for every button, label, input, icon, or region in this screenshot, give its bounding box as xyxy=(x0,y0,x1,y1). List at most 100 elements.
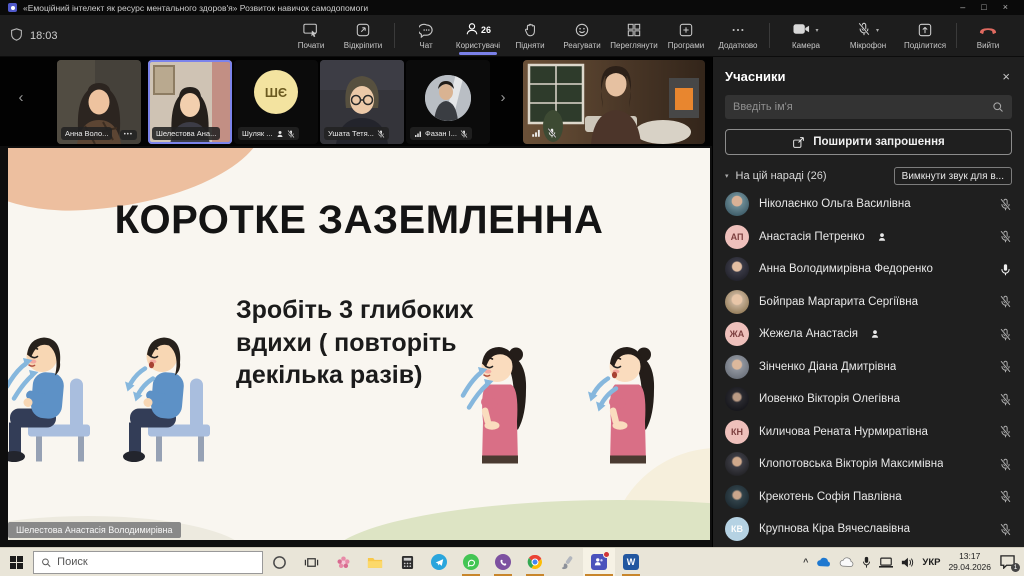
more-button[interactable]: Додатково xyxy=(712,19,764,53)
share-button[interactable]: Поділитися xyxy=(899,19,951,53)
mic-dropdown-icon[interactable]: ▾ xyxy=(876,27,879,34)
word-taskbar-button[interactable]: W xyxy=(615,548,647,576)
video-tile-spotlight[interactable] xyxy=(523,60,705,144)
mic-muted-icon[interactable] xyxy=(999,393,1012,406)
taskbar-clock[interactable]: 13:17 29.04.2026 xyxy=(948,551,991,572)
unpin-button[interactable]: Відкріпити xyxy=(337,19,389,53)
react-button[interactable]: Реагувати xyxy=(556,19,608,53)
photos-app-button[interactable] xyxy=(327,548,359,576)
cloud-icon[interactable] xyxy=(839,557,854,567)
maximize-button[interactable]: □ xyxy=(981,0,986,15)
participant-search[interactable] xyxy=(725,95,1012,119)
mic-muted-icon[interactable] xyxy=(999,360,1012,373)
toolbar-separator xyxy=(394,23,395,48)
tray-device-icon[interactable] xyxy=(879,557,893,568)
apps-button[interactable]: Програми xyxy=(660,19,712,53)
start-button[interactable] xyxy=(0,548,33,576)
calculator-button[interactable] xyxy=(391,548,423,576)
participant-row[interactable]: АП Анастасія Петренко xyxy=(725,221,1012,254)
participants-panel: Учасники × Поширити запрошення ▾ На цій … xyxy=(712,57,1024,548)
notification-dot xyxy=(603,551,610,558)
participant-row[interactable]: КВ Крупнова Кіра Вячеславівна xyxy=(725,513,1012,546)
participant-label: Анна Воло... xyxy=(65,129,108,138)
chrome-button[interactable] xyxy=(519,548,551,576)
participant-row[interactable]: Анна Володимирівна Федоренко xyxy=(725,253,1012,286)
camera-button[interactable]: ▾ Камера xyxy=(775,19,837,53)
mic-muted-icon[interactable] xyxy=(999,425,1012,438)
video-tile[interactable]: Ушата Тетя... xyxy=(320,60,404,144)
participant-row[interactable]: Крекотень Софія Павлівна xyxy=(725,481,1012,514)
mic-muted-icon[interactable] xyxy=(999,490,1012,503)
chat-button[interactable]: Чат xyxy=(400,19,452,53)
windows-taskbar: W ^ УКР 13:17 29.04.2026 1 xyxy=(0,547,1024,576)
video-tile[interactable]: Фазан І... xyxy=(406,60,490,144)
section-chevron-icon[interactable]: ▾ xyxy=(725,172,729,180)
participant-row[interactable]: ЖА Жежела Анастасія xyxy=(725,318,1012,351)
mic-muted-icon[interactable] xyxy=(999,230,1012,243)
mic-muted-icon[interactable] xyxy=(999,523,1012,536)
view-button[interactable]: Переглянути xyxy=(608,19,660,53)
mic-muted-icon[interactable] xyxy=(999,198,1012,211)
taskbar-search[interactable] xyxy=(33,551,263,574)
participant-row[interactable]: Йовенко Вікторія Олегівна xyxy=(725,383,1012,416)
avatar xyxy=(725,257,749,281)
tile-more-icon[interactable]: ••• xyxy=(120,130,137,140)
panel-close-icon[interactable]: × xyxy=(1000,69,1012,84)
participant-row[interactable]: КН Киличова Рената Нурмиратівна xyxy=(725,416,1012,449)
participant-label: Фазан І... xyxy=(425,129,457,138)
mic-muted-icon[interactable] xyxy=(999,328,1012,341)
mic-button[interactable]: ▾ Мікрофон xyxy=(837,19,899,53)
speaker-icon[interactable] xyxy=(901,557,914,568)
mute-all-button[interactable]: Вимкнути звук для в... xyxy=(894,167,1012,185)
teams-taskbar-button[interactable] xyxy=(583,548,615,576)
scroll-left-icon[interactable]: ‹ xyxy=(14,89,28,106)
paint3d-button[interactable] xyxy=(551,548,583,576)
video-tile-active-speaker[interactable]: Шелестова Ана... xyxy=(148,60,232,144)
screen-share-icon xyxy=(303,23,319,38)
mic-muted-icon[interactable] xyxy=(999,295,1012,308)
participant-row[interactable]: Бойправ Маргарита Сергіївна xyxy=(725,286,1012,319)
mic-live-icon[interactable] xyxy=(999,263,1012,276)
raise-hand-icon xyxy=(524,23,537,38)
minimize-button[interactable]: – xyxy=(960,0,965,15)
people-button[interactable]: 26 Користувачі xyxy=(452,19,504,53)
language-indicator[interactable]: УКР xyxy=(922,557,940,568)
avatar-initials: ШЄ xyxy=(254,70,298,114)
close-button[interactable]: × xyxy=(1003,0,1008,15)
task-view-button[interactable] xyxy=(295,548,327,576)
camera-dropdown-icon[interactable]: ▾ xyxy=(815,27,818,34)
raise-hand-button[interactable]: Підняти xyxy=(504,19,556,53)
start-share-button[interactable]: Почати xyxy=(285,19,337,53)
participant-row[interactable]: Ніколаєнко Ольга Василівна xyxy=(725,188,1012,221)
meeting-title: «Емоційний інтелект як ресурс ментальног… xyxy=(23,3,368,13)
share-invite-button[interactable]: Поширити запрошення xyxy=(725,129,1012,155)
action-center-button[interactable]: 1 xyxy=(999,554,1018,570)
avatar: КВ xyxy=(725,517,749,541)
cortana-icon xyxy=(272,555,287,570)
tray-expand-icon[interactable]: ^ xyxy=(803,557,808,567)
chat-icon xyxy=(419,23,434,38)
participant-row[interactable]: Зінченко Діана Дмитрівна xyxy=(725,351,1012,384)
file-explorer-button[interactable] xyxy=(359,548,391,576)
leave-button[interactable]: Вийти xyxy=(962,19,1014,53)
presentation-slide: КОРОТКЕ ЗАЗЕМЛЕННА Зробіть 3 глибоких вд… xyxy=(8,148,710,540)
participant-row[interactable]: Клопотовська Вікторія Максимівна xyxy=(725,448,1012,481)
video-tile[interactable]: Анна Воло... ••• xyxy=(57,60,141,144)
add-app-icon xyxy=(679,23,693,38)
telegram-button[interactable] xyxy=(423,548,455,576)
toolbar-separator xyxy=(769,23,770,48)
viber-button[interactable] xyxy=(487,548,519,576)
flower-icon xyxy=(336,555,351,570)
taskbar-search-input[interactable] xyxy=(57,556,255,568)
scroll-right-icon[interactable]: › xyxy=(496,89,510,106)
participant-label: Ушата Тетя... xyxy=(328,129,374,138)
window-titlebar: «Емоційний інтелект як ресурс ментальног… xyxy=(0,0,1024,15)
tray-mic-icon[interactable] xyxy=(862,556,871,568)
cortana-button[interactable] xyxy=(263,548,295,576)
onedrive-icon[interactable] xyxy=(816,557,831,567)
avatar xyxy=(725,355,749,379)
mic-muted-icon[interactable] xyxy=(999,458,1012,471)
video-tile[interactable]: ШЄ Шуляк ... xyxy=(234,60,318,144)
whatsapp-button[interactable] xyxy=(455,548,487,576)
search-input[interactable] xyxy=(733,101,986,113)
